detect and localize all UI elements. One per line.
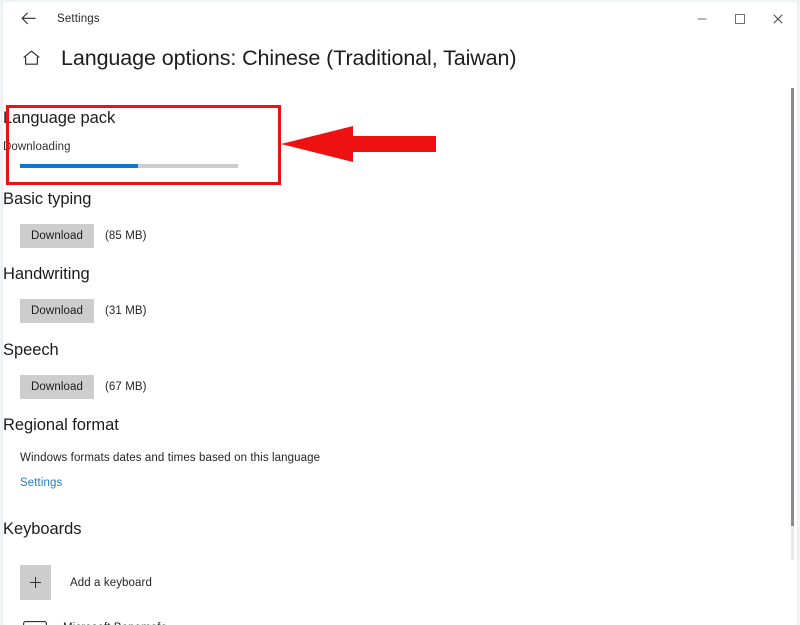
back-button[interactable] [12, 4, 44, 34]
basic-typing-size: (85 MB) [105, 230, 147, 242]
home-button[interactable] [18, 45, 44, 71]
basic-typing-download-button[interactable]: Download [20, 224, 94, 248]
minimize-icon [697, 18, 707, 19]
speech-size: (67 MB) [105, 381, 147, 393]
settings-content: Language pack Downloading Basic typing D… [3, 95, 789, 625]
maximize-icon [735, 13, 745, 24]
language-pack-status: Downloading [3, 141, 71, 153]
speech-download-button[interactable]: Download [20, 375, 94, 399]
speech-download-row: Download (67 MB) [20, 375, 703, 399]
close-icon [773, 13, 783, 24]
maximize-button[interactable] [721, 2, 759, 35]
list-item[interactable]: Microsoft Bopomofo [20, 619, 703, 625]
page-title: Language options: Chinese (Traditional, … [61, 45, 517, 70]
close-button[interactable] [759, 2, 797, 35]
keyboards-heading: Keyboards [3, 520, 82, 538]
keyboard-icon-wrap [20, 619, 50, 625]
page-header: Language options: Chinese (Traditional, … [3, 40, 783, 76]
regional-format-description: Windows formats dates and times based on… [20, 452, 321, 464]
back-arrow-icon [20, 12, 36, 25]
scrollbar-thumb[interactable] [791, 88, 794, 526]
handwriting-heading: Handwriting [3, 265, 90, 283]
handwriting-download-button[interactable]: Download [20, 299, 94, 323]
section-language-pack: Language pack Downloading [3, 109, 703, 168]
add-keyboard-button[interactable] [20, 565, 51, 600]
section-speech: Speech Download (67 MB) [3, 341, 703, 399]
regional-format-heading: Regional format [3, 416, 119, 434]
section-keyboards: Keyboards Add a keyboard [3, 520, 703, 625]
section-basic-typing: Basic typing Download (85 MB) [3, 190, 703, 248]
keyboard-icon [23, 620, 47, 625]
language-pack-heading: Language pack [3, 109, 116, 127]
window-controls [683, 2, 797, 35]
section-regional-format: Regional format Windows formats dates an… [3, 416, 703, 491]
section-handwriting: Handwriting Download (31 MB) [3, 265, 703, 323]
title-bar: Settings [3, 2, 797, 35]
home-icon [22, 50, 40, 65]
handwriting-size: (31 MB) [105, 305, 147, 317]
language-pack-progress-bar [20, 164, 238, 168]
add-keyboard-row[interactable]: Add a keyboard [20, 565, 703, 600]
settings-window: Settings Language options: Chinese (Trad… [0, 0, 800, 625]
speech-heading: Speech [3, 341, 59, 359]
regional-format-settings-link[interactable]: Settings [20, 477, 62, 489]
handwriting-download-row: Download (31 MB) [20, 299, 703, 323]
basic-typing-download-row: Download (85 MB) [20, 224, 703, 248]
minimize-button[interactable] [683, 2, 721, 35]
app-title: Settings [57, 12, 100, 25]
vertical-scrollbar[interactable] [791, 88, 794, 560]
basic-typing-heading: Basic typing [3, 190, 92, 208]
language-pack-progress-fill [20, 164, 138, 168]
plus-icon [30, 577, 41, 588]
add-keyboard-label: Add a keyboard [70, 576, 152, 589]
